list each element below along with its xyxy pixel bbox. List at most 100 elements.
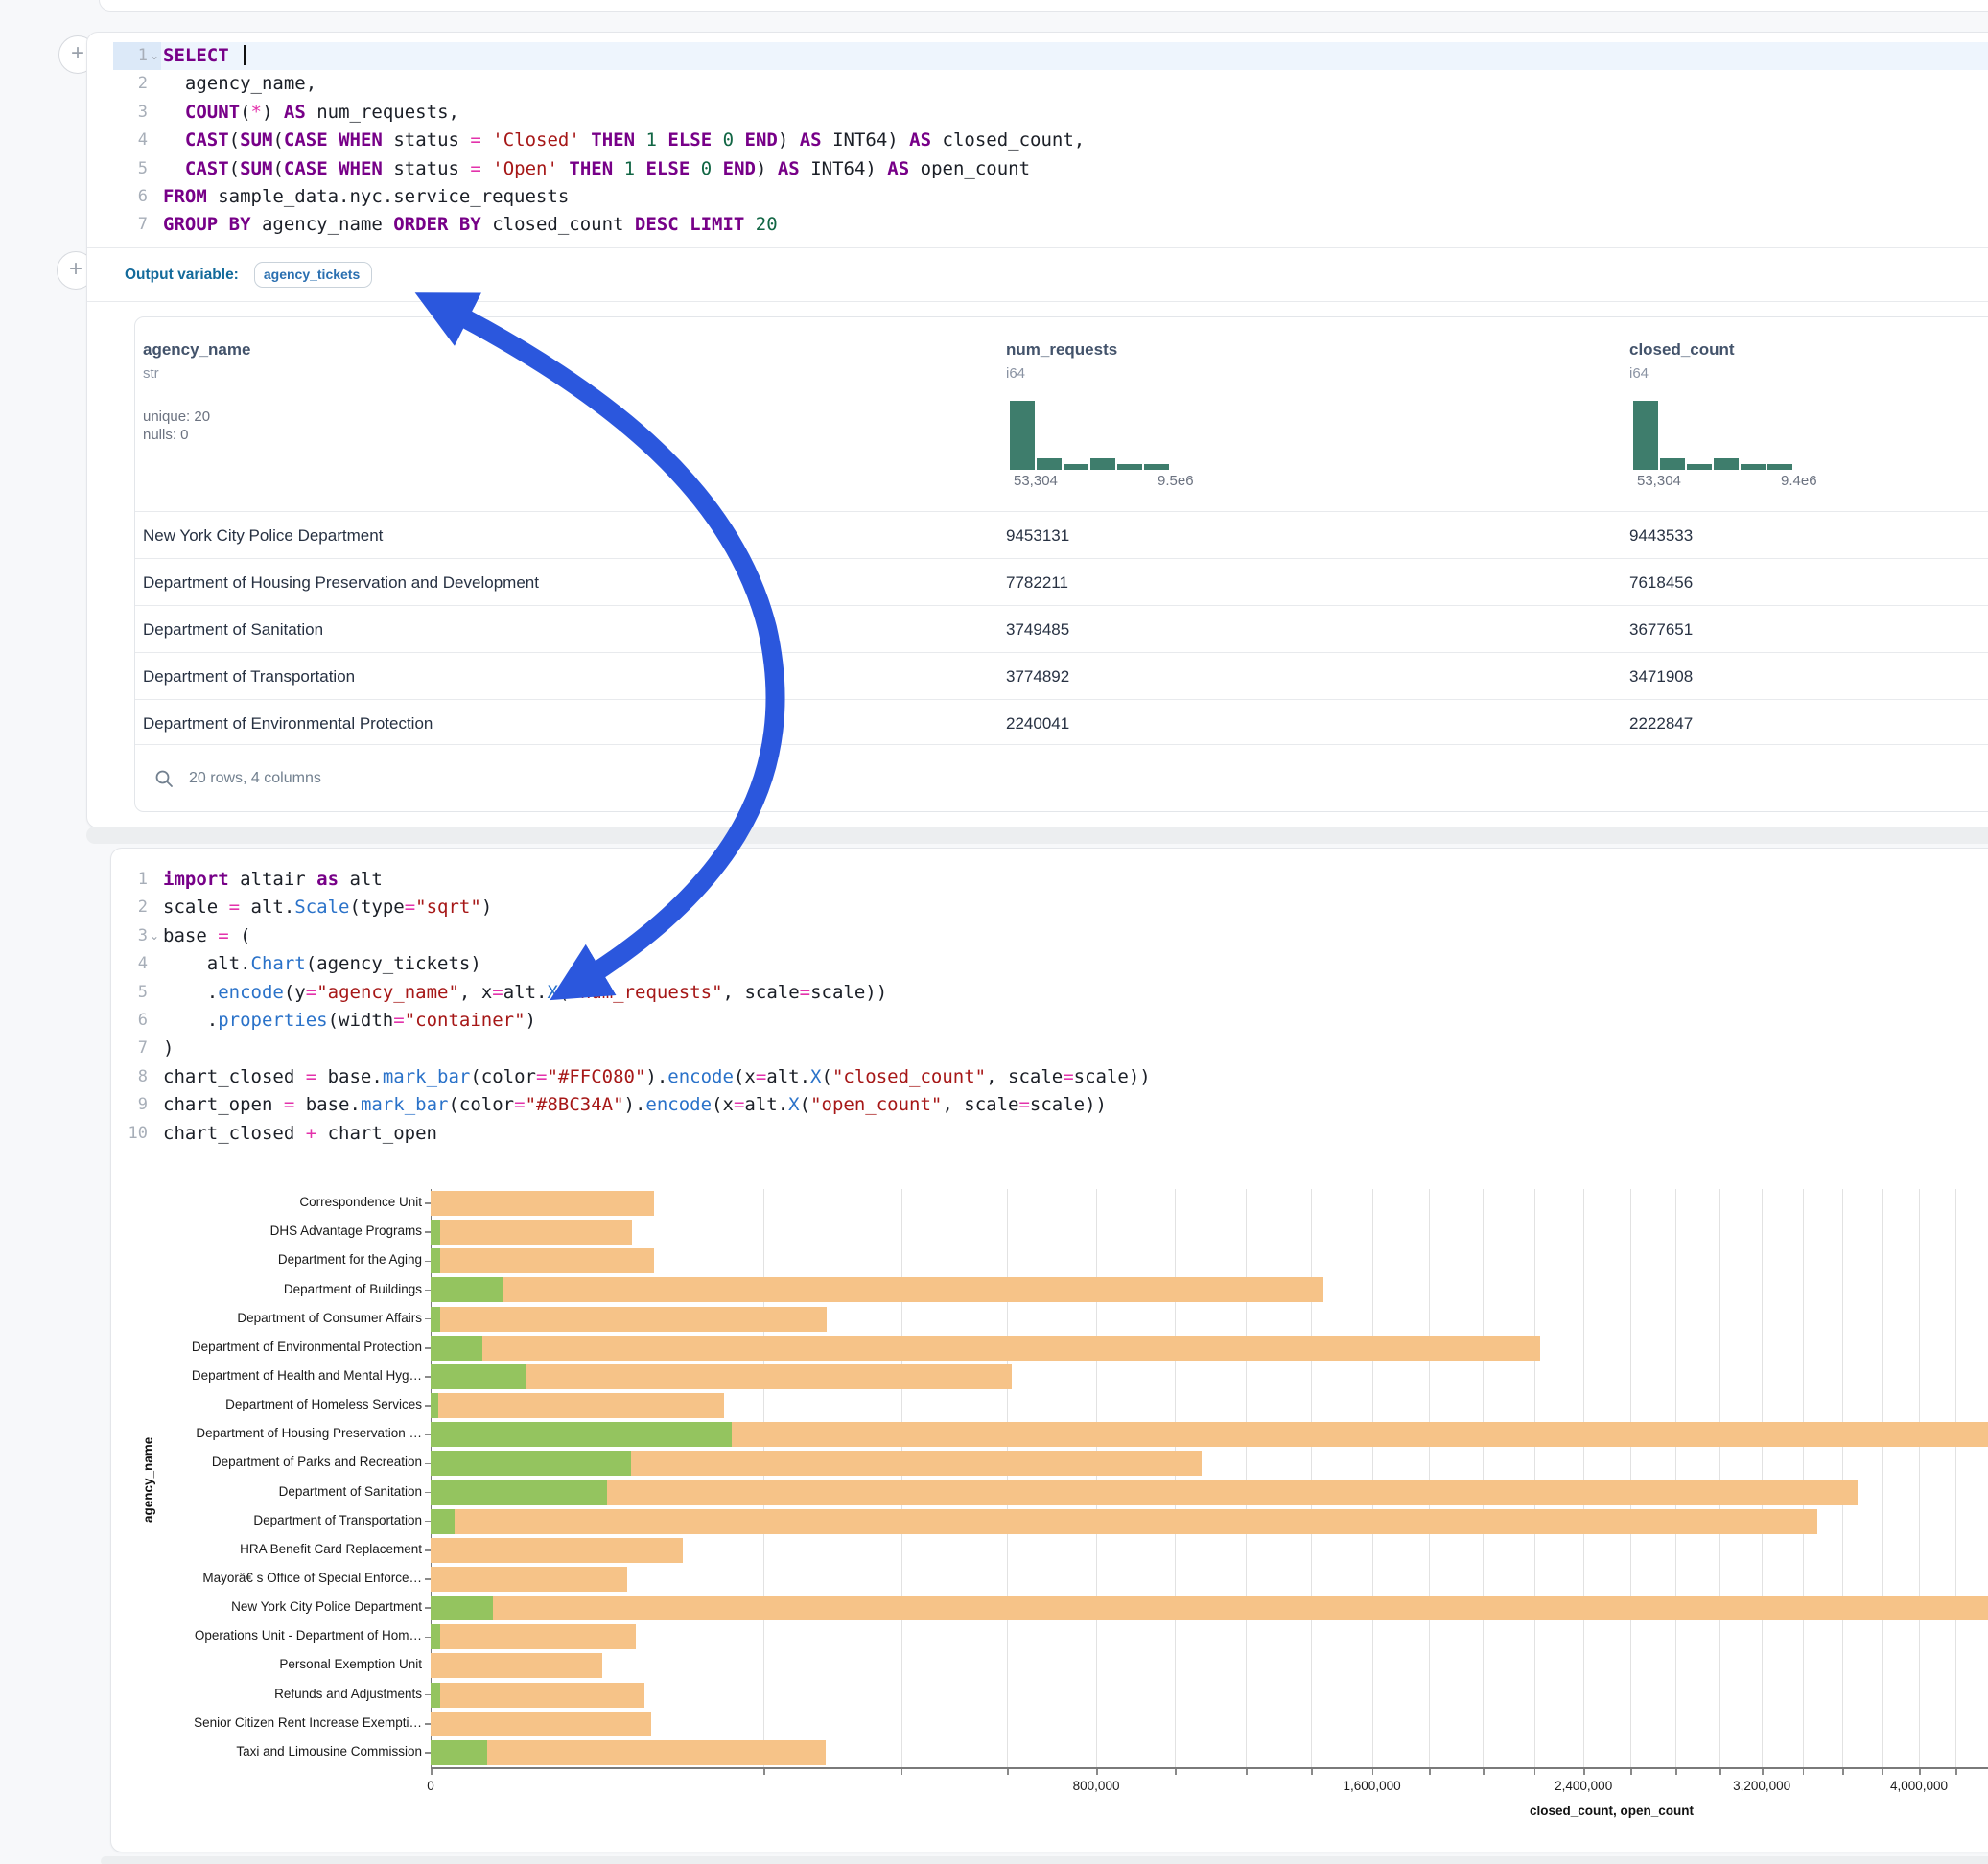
- code-text: CAST(SUM(CASE WHEN status = 'Open' THEN …: [161, 155, 1030, 183]
- column-histogram: [1010, 400, 1169, 470]
- line-number: 4: [113, 950, 148, 978]
- python-line-7[interactable]: 7): [113, 1035, 1988, 1062]
- table-cell: 9453131: [1006, 512, 1069, 559]
- sql-line-5[interactable]: 5 CAST(SUM(CASE WHEN status = 'Open' THE…: [113, 155, 1988, 183]
- code-text: base = (: [161, 922, 251, 950]
- column-name: num_requests: [1006, 340, 1117, 360]
- line-number: 1: [113, 42, 148, 70]
- line-number: 7: [113, 1035, 148, 1062]
- fold-chevron-icon[interactable]: ⌄: [148, 922, 161, 950]
- previous-cell-edge: [99, 0, 1988, 12]
- output-variable-pill[interactable]: agency_tickets: [254, 262, 372, 288]
- table-cell: 7618456: [1629, 559, 1693, 606]
- code-text: import altair as alt: [161, 866, 383, 894]
- line-number: 3: [113, 922, 148, 950]
- histogram-bar: [1714, 458, 1739, 470]
- column-type: i64: [1629, 365, 1735, 382]
- sql-line-1[interactable]: 1⌄SELECT: [113, 42, 1988, 70]
- histogram-max-label: 9.4e6: [1781, 473, 1817, 489]
- table-footer: 20 rows, 4 columns: [135, 744, 1988, 811]
- histogram-bar: [1037, 458, 1062, 470]
- histogram-bar: [1090, 458, 1115, 470]
- line-number: 6: [113, 183, 148, 211]
- table-row[interactable]: Department of Transportation 3774892 34719…: [135, 652, 1988, 700]
- gutter-spacer: [148, 211, 161, 239]
- search-icon[interactable]: [154, 769, 174, 788]
- table-row[interactable]: Department of Environmental Protection 22…: [135, 699, 1988, 747]
- sql-line-7[interactable]: 7GROUP BY agency_name ORDER BY closed_co…: [113, 211, 1988, 239]
- line-number: 7: [113, 211, 148, 239]
- gutter-spacer: [148, 894, 161, 921]
- table-cell: 7782211: [1006, 559, 1068, 606]
- table-row[interactable]: Department of Housing Preservation and D…: [135, 558, 1988, 606]
- python-line-1[interactable]: 1import altair as alt: [113, 866, 1988, 894]
- gutter-spacer: [148, 99, 161, 127]
- code-text: FROM sample_data.nyc.service_requests: [161, 183, 569, 211]
- gutter-spacer: [148, 1063, 161, 1091]
- histogram-bar: [1633, 401, 1658, 470]
- sql-line-3[interactable]: 3 COUNT(*) AS num_requests,: [113, 99, 1988, 127]
- python-line-2[interactable]: 2scale = alt.Scale(type="sqrt"): [113, 894, 1988, 921]
- gutter-spacer: [148, 1035, 161, 1062]
- histogram-bar: [1741, 464, 1766, 470]
- table-cell: 3471908: [1629, 653, 1693, 700]
- python-line-5[interactable]: 5 .encode(y="agency_name", x=alt.X("num_…: [113, 979, 1988, 1007]
- table-cell: 3774892: [1006, 653, 1069, 700]
- column-type: str: [143, 365, 250, 382]
- line-number: 9: [113, 1091, 148, 1119]
- python-line-4[interactable]: 4 alt.Chart(agency_tickets): [113, 950, 1988, 978]
- table-cell: Department of Transportation: [143, 653, 355, 700]
- text-caret: [244, 45, 246, 65]
- line-number: 3: [113, 99, 148, 127]
- sql-line-4[interactable]: 4 CAST(SUM(CASE WHEN status = 'Closed' T…: [113, 127, 1988, 154]
- column-name: agency_name: [143, 340, 250, 360]
- table-row-count: 20 rows, 4 columns: [189, 770, 321, 787]
- histogram-bar: [1117, 464, 1142, 470]
- code-text: SELECT: [161, 42, 246, 70]
- gutter-spacer: [148, 866, 161, 894]
- table-cell: 3749485: [1006, 606, 1069, 653]
- column-header-num_requests[interactable]: num_requests i64: [1006, 317, 1117, 382]
- python-line-8[interactable]: 8chart_closed = base.mark_bar(color="#FF…: [113, 1063, 1988, 1091]
- code-text: chart_closed = base.mark_bar(color="#FFC…: [161, 1063, 1151, 1091]
- line-number: 10: [113, 1120, 148, 1148]
- table-cell: Department of Sanitation: [143, 606, 323, 653]
- python-line-3[interactable]: 3⌄base = (: [113, 922, 1988, 950]
- python-code-editor[interactable]: 1import altair as alt2scale = alt.Scale(…: [113, 866, 1988, 1148]
- line-number: 4: [113, 127, 148, 154]
- code-text: chart_open = base.mark_bar(color="#8BC34…: [161, 1091, 1107, 1119]
- code-text: CAST(SUM(CASE WHEN status = 'Closed' THE…: [161, 127, 1085, 154]
- sql-code-editor[interactable]: 1⌄SELECT 2 agency_name,3 COUNT(*) AS num…: [113, 42, 1988, 240]
- table-row[interactable]: New York City Police Department945313194…: [135, 511, 1988, 559]
- table-row[interactable]: Department of Sanitation37494853677651: [135, 605, 1988, 653]
- next-cell-edge: [101, 1856, 1988, 1864]
- output-variable-label: Output variable:: [125, 267, 239, 284]
- fold-chevron-icon[interactable]: ⌄: [148, 42, 161, 70]
- sql-line-6[interactable]: 6 FROM sample_data.nyc.service_requests: [113, 183, 1988, 211]
- gutter-spacer: [148, 155, 161, 183]
- code-text: COUNT(*) AS num_requests,: [161, 99, 459, 127]
- code-text: alt.Chart(agency_tickets): [161, 950, 481, 978]
- column-stat: nulls: 0: [143, 427, 250, 443]
- python-line-9[interactable]: 9 chart_open = base.mark_bar(color="#8BC3…: [113, 1091, 1988, 1119]
- gutter-spacer: [148, 1120, 161, 1148]
- column-type: i64: [1006, 365, 1117, 382]
- column-name: closed_count: [1629, 340, 1735, 360]
- column-stat: unique: 20: [143, 408, 250, 425]
- cell-gap-band: [86, 827, 1988, 844]
- gutter-spacer: [148, 950, 161, 978]
- python-line-10[interactable]: 10 chart_closed + chart_open: [113, 1120, 1988, 1148]
- python-line-6[interactable]: 6 .properties(width="container"): [113, 1007, 1988, 1035]
- line-number: 6: [113, 1007, 148, 1035]
- column-header-agency_name[interactable]: agency_namestr unique: 20 nulls: 0: [143, 317, 250, 443]
- gutter-spacer: [148, 979, 161, 1007]
- table-cell: 2240041: [1006, 700, 1069, 747]
- sql-line-2[interactable]: 2 agency_name,: [113, 70, 1988, 98]
- code-text: .encode(y="agency_name", x=alt.X("num_re…: [161, 979, 887, 1007]
- gutter-spacer: [148, 70, 161, 98]
- column-header-closed_count[interactable]: closed_count i64: [1629, 317, 1735, 382]
- histogram-bar: [1767, 464, 1792, 470]
- code-text: chart_closed + chart_open: [161, 1120, 437, 1148]
- column-histogram: [1633, 400, 1792, 470]
- table-cell: Department of Environmental Protection: [143, 700, 433, 747]
